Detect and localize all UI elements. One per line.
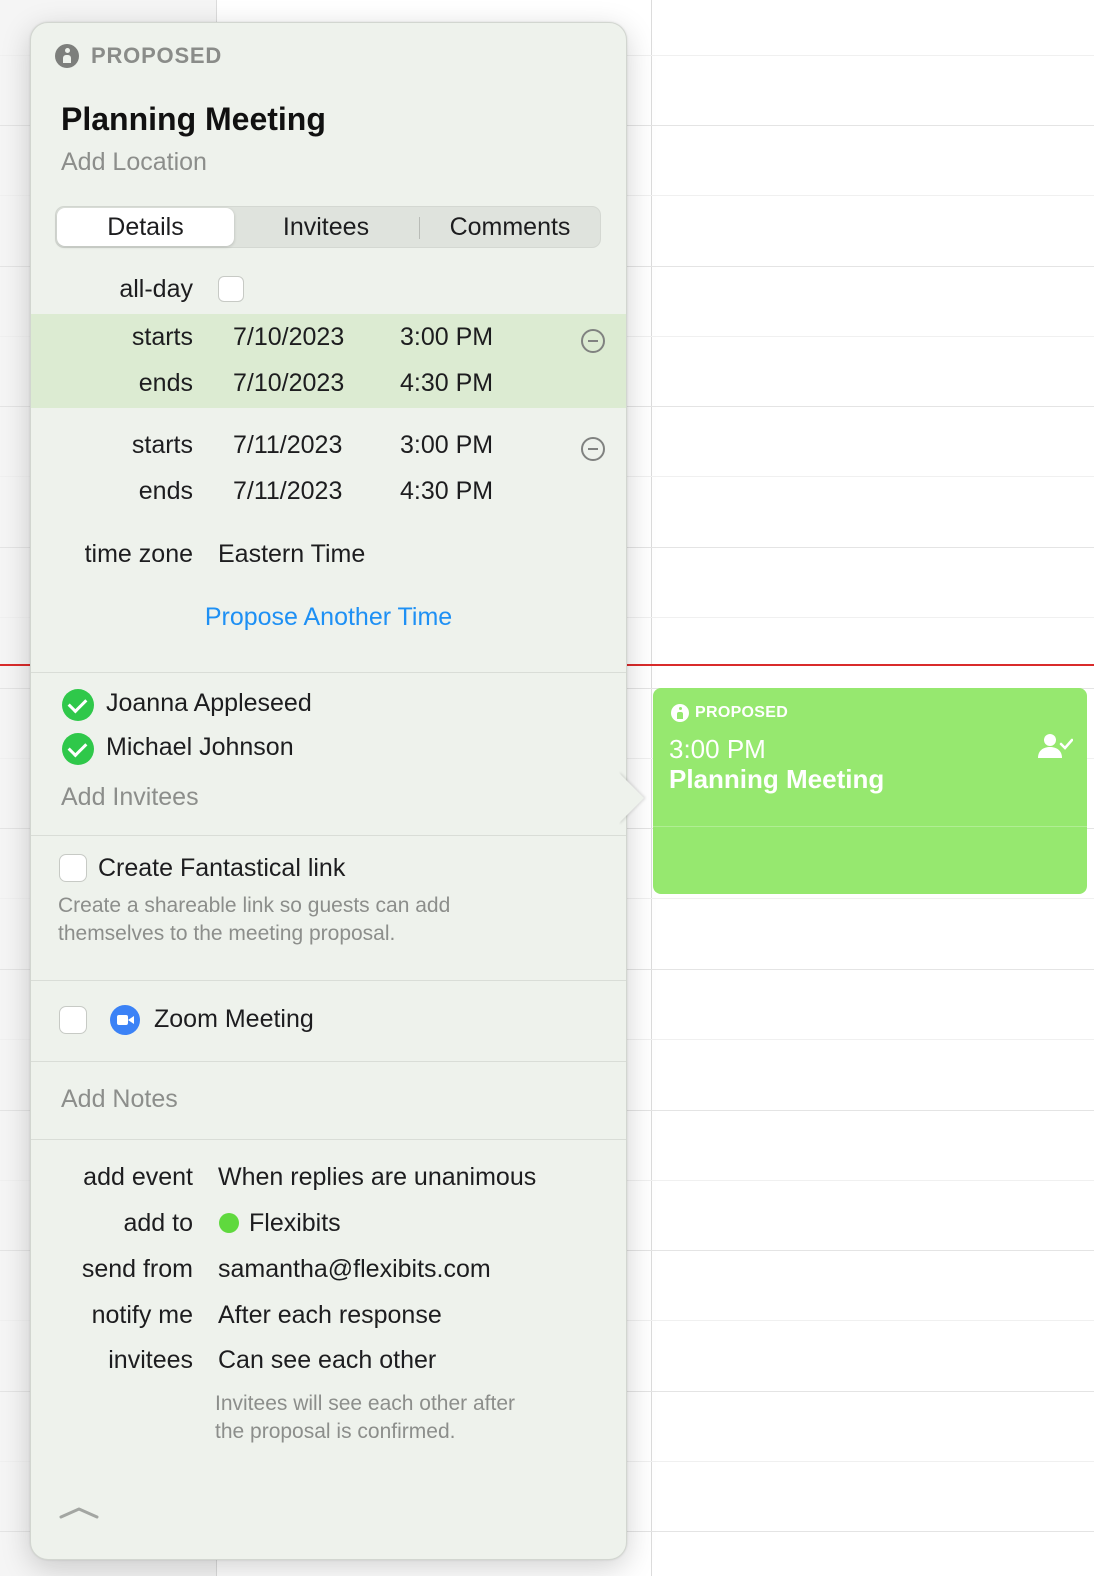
calendar-event-block[interactable]: PROPOSED 3:00 PM Planning Meeting <box>653 688 1087 894</box>
fantastical-link-help: themselves to the meeting proposal. <box>58 922 396 945</box>
zoom-label[interactable]: Zoom Meeting <box>154 1005 314 1034</box>
section-divider <box>31 1061 626 1062</box>
end-time[interactable]: 4:30 PM <box>400 477 493 506</box>
event-title: Planning Meeting <box>669 764 885 794</box>
add-to-label: add to <box>123 1209 193 1237</box>
starts-label: starts <box>131 431 193 459</box>
ends-label: ends <box>138 477 193 505</box>
ends-label: ends <box>138 369 193 397</box>
collapse-chevron-icon[interactable] <box>59 1501 99 1521</box>
all-day-label: all-day <box>119 275 193 303</box>
accepted-check-icon <box>62 689 94 721</box>
proposed-icon <box>671 704 689 722</box>
tab-details[interactable]: Details <box>57 208 234 246</box>
fantastical-link-checkbox[interactable] <box>59 854 87 882</box>
send-from-value[interactable]: samantha@flexibits.com <box>218 1255 491 1284</box>
accepted-check-icon <box>62 733 94 765</box>
section-divider <box>31 672 626 673</box>
tab-comments[interactable]: Comments <box>420 207 600 247</box>
propose-another-time-link[interactable]: Propose Another Time <box>31 603 626 632</box>
invitees-visibility-value[interactable]: Can see each other <box>218 1346 436 1375</box>
start-time[interactable]: 3:00 PM <box>400 431 493 460</box>
notify-me-label: notify me <box>91 1301 193 1329</box>
status-text: PROPOSED <box>91 43 223 68</box>
remove-time-icon[interactable] <box>581 437 605 461</box>
time-zone-label: time zone <box>84 540 193 568</box>
proposal-status: PROPOSED <box>55 43 222 69</box>
add-invitees-field[interactable]: Add Invitees <box>61 783 199 812</box>
notes-field[interactable]: Add Notes <box>61 1085 178 1114</box>
event-status-text: PROPOSED <box>695 704 789 721</box>
proposed-icon <box>55 44 79 68</box>
all-day-checkbox[interactable] <box>218 276 244 302</box>
location-field[interactable]: Add Location <box>61 148 207 177</box>
section-divider <box>31 1139 626 1140</box>
send-from-label: send from <box>81 1255 193 1283</box>
day-column-divider <box>651 0 652 1576</box>
invitees-visibility-help: the proposal is confirmed. <box>215 1420 456 1443</box>
notify-me-value[interactable]: After each response <box>218 1301 442 1330</box>
section-divider <box>31 835 626 836</box>
time-zone-value[interactable]: Eastern Time <box>218 540 365 569</box>
start-date[interactable]: 7/10/2023 <box>233 323 344 352</box>
event-title[interactable]: Planning Meeting <box>61 101 326 138</box>
fantastical-link-help: Create a shareable link so guests can ad… <box>58 894 451 917</box>
invitee-name[interactable]: Michael Johnson <box>106 733 294 762</box>
popover-arrow <box>618 772 644 824</box>
invitees-visibility-help: Invitees will see each other after <box>215 1392 515 1415</box>
event-time: 3:00 PM <box>669 734 766 764</box>
starts-label: starts <box>131 323 193 351</box>
tab-invitees[interactable]: Invitees <box>236 207 416 247</box>
start-time[interactable]: 3:00 PM <box>400 323 493 352</box>
tab-bar: Details Invitees Comments <box>55 206 601 248</box>
zoom-icon <box>110 1005 140 1035</box>
event-popover: PROPOSED Planning Meeting Add Location D… <box>30 22 627 1560</box>
end-date[interactable]: 7/11/2023 <box>233 477 342 506</box>
start-date[interactable]: 7/11/2023 <box>233 431 342 460</box>
add-event-value[interactable]: When replies are unanimous <box>218 1163 536 1192</box>
calendar-color-dot <box>219 1213 239 1233</box>
section-divider <box>31 980 626 981</box>
fantastical-link-label[interactable]: Create Fantastical link <box>98 854 345 883</box>
event-block-divider <box>653 826 1087 827</box>
add-to-value[interactable]: Flexibits <box>249 1209 341 1238</box>
invitee-name[interactable]: Joanna Appleseed <box>106 689 312 718</box>
invitees-visibility-label: invitees <box>108 1346 193 1374</box>
zoom-checkbox[interactable] <box>59 1006 87 1034</box>
invitees-accepted-icon <box>1038 734 1073 758</box>
event-status-badge: PROPOSED <box>671 704 788 722</box>
end-time[interactable]: 4:30 PM <box>400 369 493 398</box>
end-date[interactable]: 7/10/2023 <box>233 369 344 398</box>
remove-time-icon[interactable] <box>581 329 605 353</box>
add-event-label: add event <box>83 1163 193 1191</box>
